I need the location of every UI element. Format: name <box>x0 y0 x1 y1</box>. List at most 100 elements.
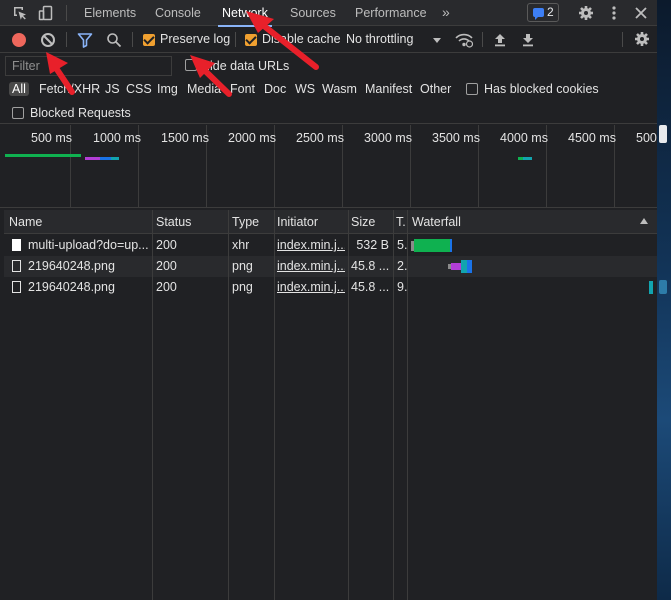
blocked-requests-label[interactable]: Blocked Requests <box>30 106 131 120</box>
has-blocked-cookies-label[interactable]: Has blocked cookies <box>484 82 599 96</box>
export-har-icon[interactable] <box>521 32 535 47</box>
table-row[interactable]: multi-upload?do=up... 200 xhr index.min.… <box>4 235 657 256</box>
tab-performance[interactable]: Performance <box>355 0 427 26</box>
device-toolbar-icon[interactable] <box>38 5 54 21</box>
column-divider[interactable] <box>393 210 394 600</box>
type-filter-media[interactable]: Media <box>187 82 221 96</box>
column-divider[interactable] <box>407 210 408 600</box>
request-status: 200 <box>156 238 177 252</box>
clear-icon[interactable] <box>41 33 55 47</box>
inspect-icon[interactable] <box>12 5 28 21</box>
settings-icon[interactable] <box>578 5 594 21</box>
search-icon[interactable] <box>106 32 122 48</box>
type-filter-manifest[interactable]: Manifest <box>365 82 412 96</box>
overview-tick-label: 3000 ms <box>364 131 412 145</box>
type-filter-font[interactable]: Font <box>230 82 255 96</box>
column-divider[interactable] <box>152 210 153 600</box>
column-header-size[interactable]: Size <box>351 215 375 229</box>
waterfall-download-bar <box>450 239 452 252</box>
request-initiator-link[interactable]: index.min.j... <box>277 238 345 252</box>
column-header-status[interactable]: Status <box>156 215 191 229</box>
xhr-file-icon <box>12 239 21 251</box>
filter-row: Hide data URLs <box>0 53 657 78</box>
waterfall-bar <box>414 239 450 252</box>
image-file-icon <box>12 281 21 293</box>
preserve-log-label[interactable]: Preserve log <box>160 32 230 46</box>
column-header-type[interactable]: Type <box>232 215 259 229</box>
record-icon[interactable] <box>12 33 26 47</box>
issues-count: 2 <box>547 5 554 19</box>
hide-data-urls-label[interactable]: Hide data URLs <box>201 59 289 73</box>
overview-request-bar <box>100 157 111 160</box>
blocked-requests-row: Blocked Requests <box>0 102 657 124</box>
blocked-requests-checkbox[interactable] <box>12 107 24 119</box>
devtools-panel: Elements Console Network Sources Perform… <box>0 0 657 600</box>
request-time: 9. <box>397 280 407 294</box>
type-filter-all[interactable]: All <box>9 82 29 96</box>
sort-ascending-icon[interactable] <box>640 218 648 224</box>
type-filter-doc[interactable]: Doc <box>264 82 286 96</box>
filter-icon[interactable] <box>77 32 93 48</box>
column-divider[interactable] <box>228 210 229 600</box>
preserve-log-checkbox[interactable] <box>143 34 155 46</box>
disable-cache-label[interactable]: Disable cache <box>262 32 341 46</box>
tabbar-separator <box>66 5 67 21</box>
overview-tick-label: 4500 ms <box>568 131 616 145</box>
type-filter-img[interactable]: Img <box>157 82 178 96</box>
filter-input[interactable] <box>5 56 172 76</box>
tab-elements[interactable]: Elements <box>84 0 136 26</box>
overview-request-bar <box>523 157 532 160</box>
disable-cache-checkbox[interactable] <box>245 34 257 46</box>
table-row[interactable]: 219640248.png 200 png index.min.j... 45.… <box>4 256 657 277</box>
column-header-waterfall[interactable]: Waterfall <box>412 215 461 229</box>
request-time: 5. <box>397 238 407 252</box>
request-initiator-link[interactable]: index.min.j... <box>277 259 345 273</box>
import-har-icon[interactable] <box>493 32 507 47</box>
toolbar-separator <box>235 32 236 47</box>
column-header-name[interactable]: Name <box>9 215 42 229</box>
type-filter-js[interactable]: JS <box>105 82 120 96</box>
hide-data-urls-checkbox[interactable] <box>185 59 197 71</box>
kebab-menu-icon[interactable] <box>606 5 622 21</box>
waterfall-bar <box>649 281 653 294</box>
toolbar-separator <box>132 32 133 47</box>
network-overview[interactable]: 500 ms 1000 ms 1500 ms 2000 ms 2500 ms 3… <box>0 125 657 208</box>
devtools-tab-bar: Elements Console Network Sources Perform… <box>0 0 657 27</box>
request-table: Name Status Type Initiator Size T. Water… <box>4 210 657 600</box>
overview-tick-label: 1000 ms <box>93 131 141 145</box>
toolbar-separator <box>622 32 623 47</box>
toolbar-separator <box>482 32 483 47</box>
type-filter-css[interactable]: CSS <box>126 82 152 96</box>
has-blocked-cookies-checkbox[interactable] <box>466 83 478 95</box>
type-filter-wasm[interactable]: Wasm <box>322 82 357 96</box>
request-status: 200 <box>156 259 177 273</box>
wifi-conditions-icon[interactable] <box>455 32 473 48</box>
column-header-time[interactable]: T. <box>396 215 406 229</box>
waterfall-download-bar <box>467 260 472 273</box>
settings-icon[interactable] <box>634 31 650 47</box>
overview-request-bar <box>5 154 81 157</box>
tab-sources[interactable]: Sources <box>290 0 336 26</box>
close-icon[interactable] <box>633 5 649 21</box>
more-tabs-button[interactable]: » <box>442 0 450 26</box>
column-divider[interactable] <box>274 210 275 600</box>
tab-console[interactable]: Console <box>155 0 201 26</box>
request-name: 219640248.png <box>28 259 115 273</box>
request-time: 2. <box>397 259 407 273</box>
type-filter-other[interactable]: Other <box>420 82 451 96</box>
table-row[interactable]: 219640248.png 200 png index.min.j... 45.… <box>4 277 657 298</box>
type-filter-fetch-xhr[interactable]: Fetch/XHR <box>39 82 100 96</box>
column-divider[interactable] <box>348 210 349 600</box>
request-initiator-link[interactable]: index.min.j... <box>277 280 345 294</box>
request-size: 532 B <box>356 238 389 252</box>
chevron-down-icon[interactable] <box>433 38 441 43</box>
request-size: 45.8 ... <box>351 280 389 294</box>
overview-tick-label: 2000 ms <box>228 131 276 145</box>
overview-tick-label: 1500 ms <box>161 131 209 145</box>
throttling-select[interactable]: No throttling <box>346 32 413 46</box>
background-highlight <box>659 125 667 143</box>
column-header-initiator[interactable]: Initiator <box>277 215 318 229</box>
issues-badge[interactable]: 2 <box>527 3 559 22</box>
tab-network[interactable]: Network <box>218 0 272 27</box>
type-filter-ws[interactable]: WS <box>295 82 315 96</box>
